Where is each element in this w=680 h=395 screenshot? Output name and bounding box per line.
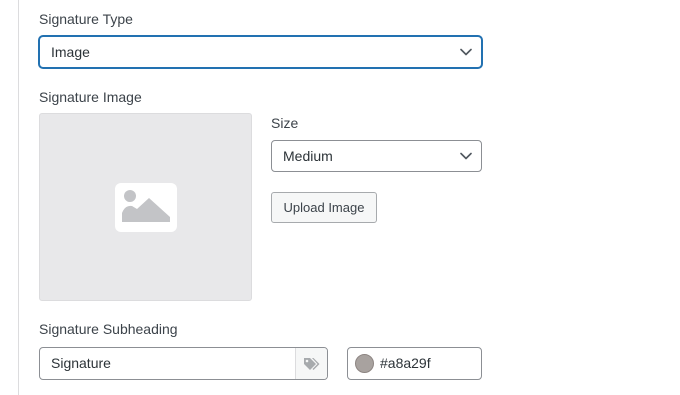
color-swatch[interactable] [355, 354, 374, 373]
signature-subheading-label: Signature Subheading [39, 321, 178, 337]
signature-subheading-input[interactable]: Signature [39, 347, 328, 380]
size-label: Size [271, 115, 299, 131]
signature-type-value: Image [51, 44, 90, 60]
color-hex-value: #a8a29f [380, 355, 431, 371]
size-value: Medium [283, 148, 333, 164]
image-placeholder-icon [115, 183, 177, 232]
settings-panel: Signature Type Image Signature Image Siz… [0, 0, 680, 395]
size-select[interactable]: Medium [271, 140, 482, 172]
signature-type-label: Signature Type [39, 11, 133, 27]
smart-tags-button[interactable] [295, 348, 327, 379]
signature-subheading-value: Signature [51, 355, 111, 371]
subheading-color-input[interactable]: #a8a29f [347, 347, 482, 380]
chevron-down-icon [460, 48, 472, 56]
chevron-down-icon [460, 152, 472, 160]
upload-image-button[interactable]: Upload Image [271, 192, 377, 223]
signature-image-placeholder[interactable] [39, 113, 252, 301]
signature-image-label: Signature Image [39, 89, 142, 105]
tags-icon [303, 357, 319, 370]
panel-border [18, 0, 19, 395]
signature-type-select[interactable]: Image [39, 36, 482, 68]
